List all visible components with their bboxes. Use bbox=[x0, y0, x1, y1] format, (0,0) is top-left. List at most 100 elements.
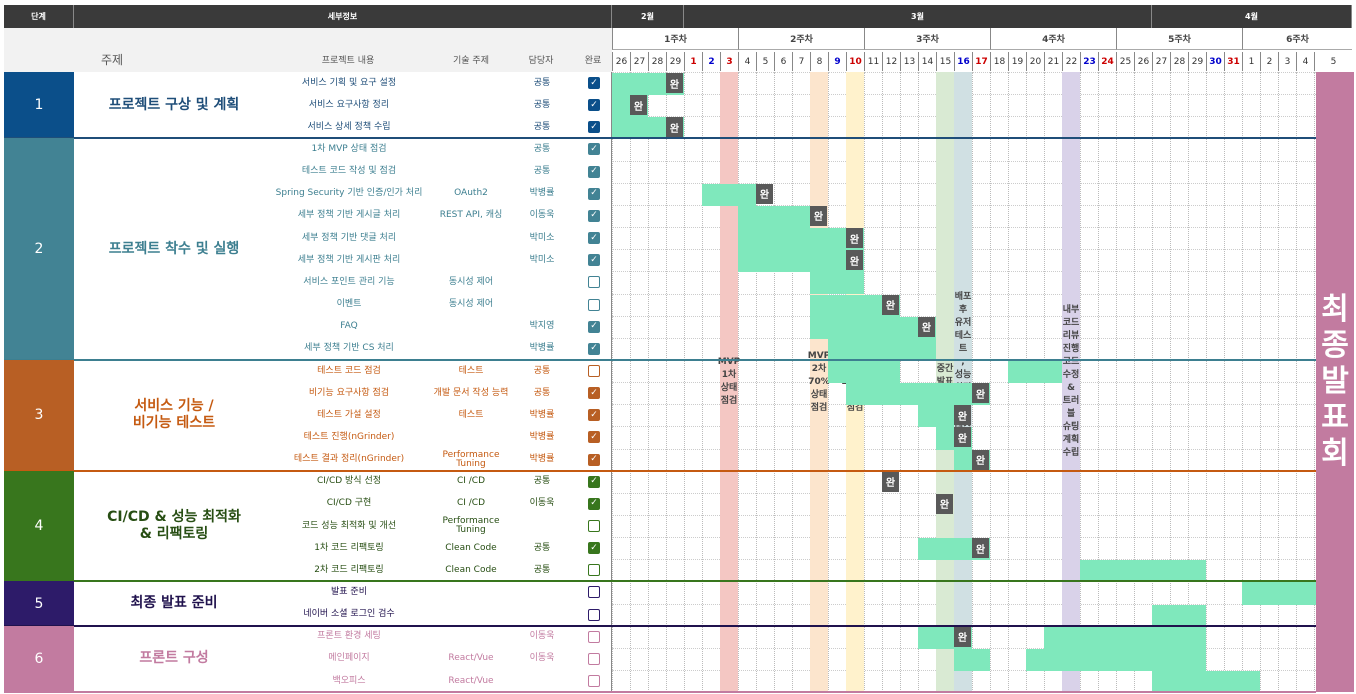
task-tech bbox=[432, 72, 510, 94]
completion-checkbox[interactable] bbox=[588, 564, 600, 577]
day-label: 3 bbox=[720, 52, 738, 71]
task-tech: Clean Code bbox=[445, 564, 497, 575]
day-label: 20 bbox=[1026, 52, 1044, 71]
completion-checkbox[interactable]: ✓ bbox=[588, 320, 600, 333]
task-owner bbox=[510, 581, 574, 603]
completion-checkbox[interactable]: ✓ bbox=[588, 187, 600, 200]
day-label: 6 bbox=[774, 52, 792, 71]
task-content: 메인페이지 bbox=[328, 653, 370, 664]
day-label: 23 bbox=[1080, 52, 1098, 71]
milestone-band: 배포후유저테스트,성능최적화및테스트가설수립 bbox=[954, 72, 972, 692]
task-owner: 박병률 bbox=[529, 454, 555, 465]
done-marker: 완 bbox=[954, 405, 971, 426]
completion-checkbox[interactable]: ✓ bbox=[588, 453, 600, 466]
task-tech bbox=[432, 338, 510, 360]
topic-header: 주제 bbox=[100, 52, 124, 67]
completion-checkbox[interactable] bbox=[588, 586, 600, 599]
band-text-line: 계획 bbox=[1062, 435, 1080, 445]
stage-header: 단계 bbox=[4, 5, 74, 28]
completion-checkbox[interactable]: ✓ bbox=[588, 342, 600, 355]
day-label: 26 bbox=[612, 52, 630, 71]
stage-number: 1 bbox=[4, 72, 74, 139]
done-marker: 완 bbox=[882, 471, 899, 492]
day-label: 17 bbox=[972, 52, 990, 71]
completion-checkbox[interactable] bbox=[588, 276, 600, 289]
completion-checkbox[interactable]: ✓ bbox=[588, 254, 600, 267]
done-marker: 완 bbox=[954, 427, 971, 448]
final-char: 표 bbox=[1321, 400, 1349, 435]
completion-checkbox[interactable]: ✓ bbox=[588, 209, 600, 222]
day-label: 5 bbox=[756, 52, 774, 71]
task-content: 세부 정책 기반 댓글 처리 bbox=[301, 232, 397, 243]
week-label: 5주차 bbox=[1116, 28, 1242, 50]
completion-checkbox[interactable]: ✓ bbox=[588, 387, 600, 400]
final-presentation-band: 최종발표회 bbox=[1316, 72, 1354, 692]
band-text-line: 1차 bbox=[721, 370, 737, 380]
week-label: 1주차 bbox=[612, 28, 738, 50]
task-content: 테스트 진행(nGrinder) bbox=[303, 431, 395, 442]
task-owner: 공통 bbox=[533, 166, 551, 177]
done-header: 완료 bbox=[584, 55, 602, 66]
completion-checkbox[interactable]: ✓ bbox=[588, 232, 600, 245]
task-owner: 이동욱 bbox=[529, 653, 555, 664]
completion-checkbox[interactable]: ✓ bbox=[588, 121, 600, 134]
task-owner bbox=[510, 670, 574, 692]
task-content: 서비스 기획 및 요구 설정 bbox=[301, 77, 397, 88]
task-content: 세부 정책 기반 게시판 처리 bbox=[297, 254, 401, 265]
task-owner: 이동욱 bbox=[529, 210, 555, 221]
task-content: 코드 성능 최적화 및 개선 bbox=[301, 520, 397, 531]
day-label: 29 bbox=[1188, 52, 1206, 71]
task-content: 테스트 코드 점검 bbox=[317, 365, 381, 376]
band-text-line: & bbox=[1067, 383, 1075, 393]
completion-checkbox[interactable]: ✓ bbox=[588, 542, 600, 555]
done-marker: 완 bbox=[972, 449, 989, 470]
task-content: 1차 MVP 상태 점검 bbox=[311, 144, 387, 154]
completion-checkbox[interactable] bbox=[588, 608, 600, 621]
task-content: 서비스 상세 정책 수립 bbox=[307, 121, 391, 132]
band-text-line: 점검 bbox=[810, 402, 828, 413]
completion-checkbox[interactable] bbox=[588, 364, 600, 377]
completion-checkbox[interactable]: ✓ bbox=[588, 497, 600, 510]
task-owner: 공통 bbox=[533, 121, 551, 132]
day-label: 18 bbox=[990, 52, 1008, 71]
stage-number: 2 bbox=[4, 138, 74, 360]
completion-checkbox[interactable] bbox=[588, 652, 600, 665]
completion-checkbox[interactable] bbox=[588, 520, 600, 532]
band-text-line: 성능 bbox=[954, 370, 972, 380]
band-text-line: 트러블 bbox=[1062, 396, 1080, 419]
task-bar bbox=[918, 405, 954, 428]
completion-checkbox[interactable]: ✓ bbox=[588, 143, 600, 156]
completion-checkbox[interactable]: ✓ bbox=[588, 99, 600, 112]
band-text-line: 중간 bbox=[936, 363, 954, 374]
task-content: CI/CD 구현 bbox=[326, 498, 372, 509]
month-mar: 3월 bbox=[684, 5, 1152, 28]
completion-checkbox[interactable] bbox=[588, 298, 600, 311]
completion-checkbox[interactable] bbox=[588, 630, 600, 643]
task-tech: OAuth2 bbox=[454, 188, 488, 199]
completion-checkbox[interactable]: ✓ bbox=[588, 475, 600, 488]
completion-checkbox[interactable]: ✓ bbox=[588, 165, 600, 178]
completion-checkbox[interactable]: ✓ bbox=[588, 77, 600, 89]
day-label: 15 bbox=[936, 52, 954, 71]
task-content: 비기능 요구사항 점검 bbox=[308, 387, 390, 398]
task-content: 2차 코드 리팩토링 bbox=[314, 564, 384, 575]
band-text-line: 내부 bbox=[1062, 305, 1080, 315]
day-label: 4 bbox=[1296, 52, 1314, 71]
day-label: 29 bbox=[666, 52, 684, 71]
task-tech: React/Vue bbox=[448, 675, 494, 686]
done-marker: 완 bbox=[972, 383, 989, 404]
band-text-line: 후 bbox=[958, 305, 968, 315]
task-tech: CI /CD bbox=[456, 476, 486, 487]
stage-number: 6 bbox=[4, 625, 74, 693]
task-owner: 공통 bbox=[533, 542, 551, 553]
stage-title: 서비스 기능 / 비기능 테스트 bbox=[132, 398, 216, 432]
done-marker: 완 bbox=[936, 493, 953, 514]
completion-checkbox[interactable]: ✓ bbox=[588, 431, 600, 444]
completion-checkbox[interactable]: ✓ bbox=[588, 409, 600, 422]
task-owner: 이동욱 bbox=[529, 631, 555, 642]
completion-checkbox[interactable] bbox=[588, 675, 600, 688]
detail-header: 세부정보 bbox=[74, 5, 612, 28]
month-feb: 2월 bbox=[612, 5, 684, 28]
day-label: 21 bbox=[1044, 52, 1062, 71]
task-content: 서비스 포인트 관리 기능 bbox=[303, 276, 395, 287]
